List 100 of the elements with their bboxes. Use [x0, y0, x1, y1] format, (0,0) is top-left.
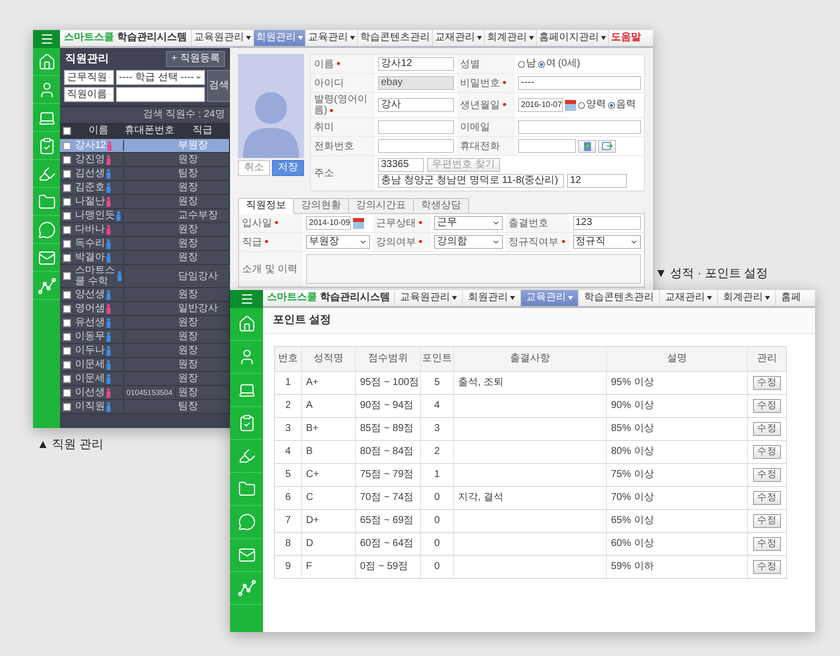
radio-option[interactable]: 여	[538, 58, 556, 70]
text-field[interactable]: 강사	[378, 98, 454, 112]
phone-field[interactable]	[518, 139, 576, 153]
help-link[interactable]: 도움말	[608, 30, 643, 46]
staff-row[interactable]: 이두나 원장	[60, 344, 230, 358]
dropdown-select[interactable]: 부원장	[306, 235, 370, 249]
checkbox[interactable]	[63, 184, 71, 192]
edit-button[interactable]: 수정	[753, 422, 781, 436]
text-field[interactable]: 123	[572, 216, 641, 230]
text-area[interactable]	[306, 254, 641, 284]
staff-row[interactable]: 이문세 원장	[60, 372, 230, 386]
nav-tab[interactable]: 회계관리	[484, 30, 536, 46]
line-graph-icon[interactable]	[238, 579, 256, 597]
edit-button[interactable]: 수정	[753, 444, 781, 460]
staff-row[interactable]: 이문세 원장	[60, 358, 230, 372]
laptop-icon[interactable]	[238, 381, 256, 399]
staff-row[interactable]: 나절난 원장	[60, 195, 230, 209]
radio-option[interactable]: 남	[518, 58, 536, 70]
nav-tab[interactable]: 학습콘텐츠관리	[578, 290, 659, 306]
nav-tab[interactable]: 교재관리	[659, 290, 717, 306]
folder-icon[interactable]	[238, 480, 256, 498]
nav-tab[interactable]: 교육원관리	[394, 290, 462, 306]
checkbox[interactable]	[63, 254, 71, 262]
nav-tab[interactable]: 교재관리	[432, 30, 484, 46]
tab[interactable]: 학생상담	[413, 198, 469, 214]
calendar-icon[interactable]	[565, 100, 576, 110]
tab[interactable]: 직원정보	[238, 198, 294, 214]
mail-icon[interactable]	[238, 546, 256, 564]
checkbox[interactable]	[63, 304, 71, 312]
checkbox[interactable]	[63, 318, 71, 326]
menu-button[interactable]	[230, 290, 263, 308]
field-select[interactable]: 직원이름	[64, 87, 114, 102]
chat-bubble-icon[interactable]	[38, 220, 56, 238]
checkbox[interactable]	[63, 156, 71, 164]
clipboard-check-icon[interactable]	[38, 136, 56, 154]
edit-button[interactable]: 수정	[753, 560, 781, 574]
date-field[interactable]: 2014-10-09	[306, 216, 351, 230]
nav-tab[interactable]: 홈페	[775, 290, 806, 306]
chat-bubble-icon[interactable]	[238, 513, 256, 531]
search-button[interactable]: 검색	[206, 70, 231, 102]
checkbox[interactable]	[63, 212, 71, 220]
text-field[interactable]: ----	[518, 76, 641, 90]
staff-row[interactable]: 강진영 원장	[60, 153, 230, 167]
edit-button[interactable]: 수정	[753, 536, 781, 552]
dropdown-select[interactable]: 정규직	[572, 235, 641, 249]
edit-button[interactable]: 수정	[753, 376, 781, 390]
home-icon[interactable]	[38, 52, 56, 70]
highlighter-icon[interactable]	[38, 164, 56, 182]
checkbox[interactable]	[63, 346, 71, 354]
edit-button[interactable]: 수정	[753, 490, 781, 506]
calendar-icon[interactable]	[353, 218, 364, 228]
dropdown-select[interactable]: 강의함	[434, 235, 502, 249]
mail-icon[interactable]	[38, 248, 56, 266]
edit-button[interactable]: 수정	[753, 514, 781, 528]
text-field[interactable]: 강사12	[378, 57, 454, 71]
checkbox[interactable]	[63, 388, 71, 396]
staff-row[interactable]: 독수리 원장	[60, 237, 230, 251]
zip-field[interactable]: 33365	[378, 158, 424, 172]
staff-row[interactable]: 스마트스쿨 수학 담임강사	[60, 265, 230, 288]
highlighter-icon[interactable]	[238, 447, 256, 465]
date-field[interactable]: 2016-10-07	[518, 98, 563, 112]
class-select[interactable]: ---- 학급 선택 ----	[116, 70, 205, 85]
staff-row[interactable]: 양선생 원장	[60, 288, 230, 302]
contact-button[interactable]	[578, 140, 596, 152]
checkbox[interactable]	[63, 272, 71, 280]
checkbox[interactable]	[63, 360, 71, 368]
staff-row[interactable]: 다바나 원장	[60, 223, 230, 237]
checkbox[interactable]	[63, 290, 71, 298]
staff-row[interactable]: 이동무 원장	[60, 330, 230, 344]
edit-button[interactable]: 수정	[753, 398, 781, 414]
dropdown-select[interactable]: 근무	[434, 216, 502, 230]
staff-row[interactable]: 이직원 팀장	[60, 400, 230, 414]
checkbox[interactable]	[63, 198, 71, 206]
staff-row[interactable]: 나맹인듯 교수부장	[60, 209, 230, 223]
nav-tab[interactable]: 교육관리	[305, 30, 357, 46]
address-detail-field[interactable]: 12	[567, 174, 627, 188]
nav-tab[interactable]: 회계관리	[717, 290, 775, 306]
search-field[interactable]	[116, 87, 205, 102]
import-button[interactable]	[598, 140, 616, 152]
checkbox[interactable]	[63, 374, 71, 382]
menu-button[interactable]	[33, 30, 60, 48]
checkbox[interactable]	[63, 240, 71, 248]
staff-row[interactable]: 영어샘 일반강사	[60, 302, 230, 316]
checkbox[interactable]	[63, 226, 71, 234]
checkbox[interactable]	[63, 142, 71, 150]
clipboard-check-icon[interactable]	[238, 414, 256, 432]
staff-row[interactable]: 유선생 원장	[60, 316, 230, 330]
checkbox[interactable]	[63, 127, 71, 135]
text-field[interactable]	[378, 139, 454, 153]
address-field[interactable]: 충남 청양군 청남면 명덕로 11-8(중산리)	[378, 174, 564, 188]
cancel-button[interactable]: 취소	[238, 160, 270, 176]
text-field[interactable]	[518, 120, 641, 134]
text-field[interactable]	[378, 120, 454, 134]
nav-tab[interactable]: 학습콘텐츠관리	[357, 30, 432, 46]
line-graph-icon[interactable]	[38, 276, 56, 294]
checkbox[interactable]	[63, 402, 71, 410]
status-select[interactable]: 근무직원	[64, 70, 114, 85]
edit-button[interactable]: 수정	[753, 468, 781, 482]
folder-icon[interactable]	[38, 192, 56, 210]
radio-option[interactable]: 음력	[608, 99, 636, 111]
